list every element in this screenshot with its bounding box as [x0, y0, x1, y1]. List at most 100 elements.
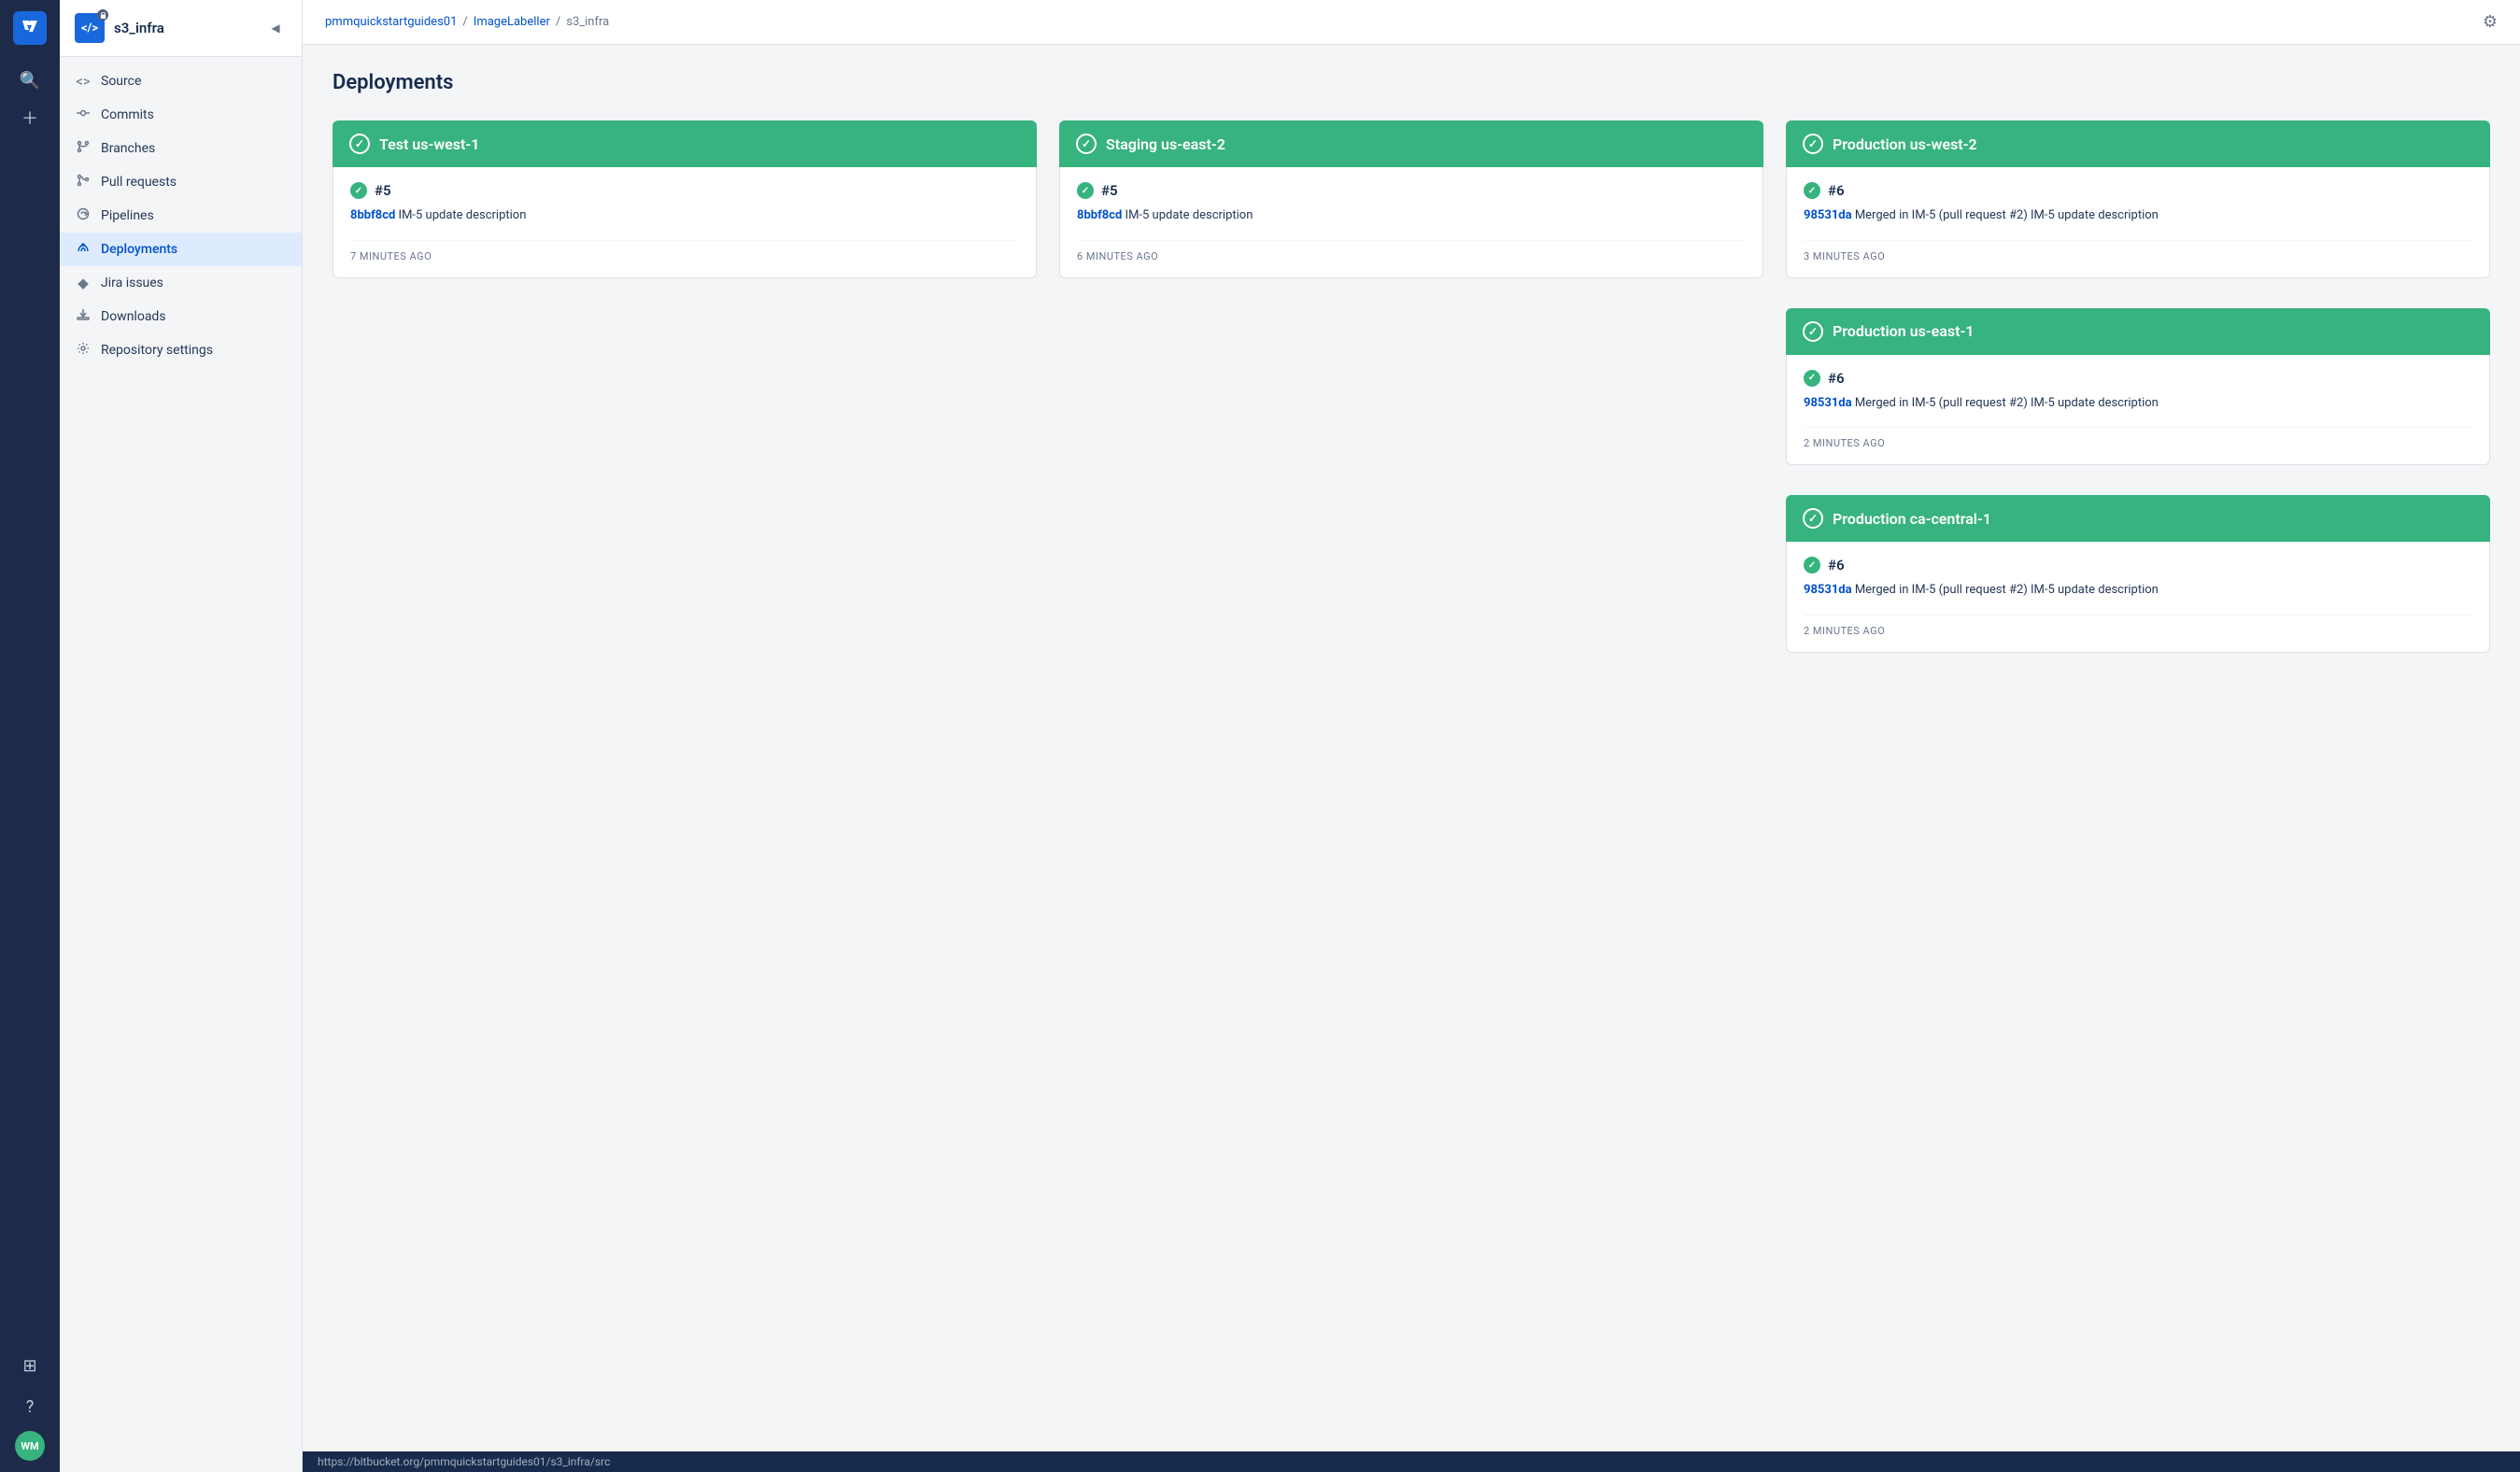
- breadcrumb-repo[interactable]: ImageLabeller: [474, 15, 550, 29]
- help-icon[interactable]: ?: [13, 1390, 47, 1423]
- page-settings-icon[interactable]: ⚙: [2483, 12, 2498, 32]
- env-name-prod-ca: Production ca-central-1: [1833, 510, 1991, 528]
- sidebar: </> s3_infra ◀ <> Source Commits Branche…: [60, 0, 303, 1472]
- sidebar-nav: <> Source Commits Branches Pull requests: [60, 57, 302, 375]
- commit-info-pw2: 98531da Merged in IM-5 (pull request #2)…: [1804, 206, 2472, 225]
- build-number-prod-ca: ✓ #6: [1804, 557, 2472, 573]
- status-bar: https://bitbucket.org/pmmquickstartguide…: [303, 1451, 2520, 1472]
- sidebar-item-downloads[interactable]: Downloads: [60, 300, 302, 333]
- repo-icon: </>: [75, 13, 105, 43]
- status-url: https://bitbucket.org/pmmquickstartguide…: [318, 1455, 610, 1468]
- timestamp-staging: 6 MINUTES AGO: [1077, 240, 1746, 262]
- build-num-staging: #5: [1101, 182, 1118, 199]
- env-header-staging[interactable]: ✓ Staging us-east-2: [1059, 120, 1763, 167]
- deployments-grid: ✓ Test us-west-1 ✓ #5 8bbf8cd IM-5 updat…: [333, 120, 2490, 668]
- env-header-prod-ca[interactable]: ✓ Production ca-central-1: [1786, 495, 2490, 542]
- pullrequests-icon: [75, 174, 92, 191]
- breadcrumb-workspace[interactable]: pmmquickstartguides01: [325, 15, 457, 29]
- repo-lock-badge: [97, 9, 108, 21]
- create-icon[interactable]: ＋: [13, 101, 47, 134]
- commit-hash[interactable]: 8bbf8cd: [350, 208, 395, 222]
- commit-hash-pe1[interactable]: 98531da: [1804, 396, 1852, 410]
- settings-icon: [75, 342, 92, 359]
- main-content: pmmquickstartguides01 / ImageLabeller / …: [303, 0, 2520, 1472]
- deployment-column-test: ✓ Test us-west-1 ✓ #5 8bbf8cd IM-5 updat…: [333, 120, 1037, 293]
- deployment-column-staging: ✓ Staging us-east-2 ✓ #5 8bbf8cd IM-5 up…: [1059, 120, 1763, 293]
- env-name-prod-east1: Production us-east-1: [1833, 322, 1974, 340]
- sidebar-item-pullrequests[interactable]: Pull requests: [60, 165, 302, 199]
- breadcrumb-path: s3_infra: [566, 15, 609, 29]
- sidebar-item-source[interactable]: <> Source: [60, 64, 302, 98]
- deployment-card-test-1: ✓ #5 8bbf8cd IM-5 update description 7 M…: [333, 167, 1037, 278]
- commit-info-staging: 8bbf8cd IM-5 update description: [1077, 206, 1746, 225]
- check-circle-prod-ca: ✓: [1803, 508, 1823, 529]
- source-icon: <>: [75, 73, 92, 90]
- env-header-prod-east1[interactable]: ✓ Production us-east-1: [1786, 308, 2490, 355]
- commit-info: 8bbf8cd IM-5 update description: [350, 206, 1019, 225]
- build-number: ✓ #5: [350, 182, 1019, 199]
- commit-hash-ca[interactable]: 98531da: [1804, 583, 1852, 597]
- pipelines-icon: [75, 207, 92, 224]
- sidebar-item-commits[interactable]: Commits: [60, 98, 302, 132]
- user-avatar[interactable]: WM: [15, 1431, 45, 1461]
- build-num-ca: #6: [1828, 557, 1845, 573]
- build-check-icon-pw2: ✓: [1804, 182, 1820, 199]
- deployment-card-prod-east1: ✓ #6 98531da Merged in IM-5 (pull reques…: [1786, 355, 2490, 466]
- env-name-staging: Staging us-east-2: [1106, 135, 1225, 153]
- production-column: ✓ Production us-west-2 ✓ #6 98531da Merg…: [1786, 120, 2490, 668]
- breadcrumb: pmmquickstartguides01 / ImageLabeller / …: [325, 15, 609, 29]
- deployment-card-prod-ca: ✓ #6 98531da Merged in IM-5 (pull reques…: [1786, 542, 2490, 653]
- sidebar-item-deployments[interactable]: Deployments: [60, 233, 302, 266]
- env-name-prod-west2: Production us-west-2: [1833, 135, 1977, 153]
- commits-icon: [75, 106, 92, 123]
- build-num: #5: [375, 182, 391, 199]
- timestamp-pw2: 3 MINUTES AGO: [1804, 240, 2472, 262]
- sidebar-item-settings[interactable]: Repository settings: [60, 333, 302, 367]
- env-name-test: Test us-west-1: [379, 135, 479, 153]
- deployment-card-prod-west2: ✓ #6 98531da Merged in IM-5 (pull reques…: [1786, 167, 2490, 278]
- sidebar-item-jira[interactable]: ◆ Jira issues: [60, 266, 302, 300]
- sidebar-header: </> s3_infra ◀: [60, 0, 302, 57]
- global-nav: 🔍 ＋ ⊞ ? WM: [0, 0, 60, 1472]
- build-check-icon-ca: ✓: [1804, 557, 1820, 573]
- commit-hash-pw2[interactable]: 98531da: [1804, 208, 1852, 222]
- repo-name: s3_infra: [114, 20, 164, 36]
- apps-icon[interactable]: ⊞: [13, 1349, 47, 1382]
- deployments-icon: [75, 241, 92, 258]
- commit-info-pe1: 98531da Merged in IM-5 (pull request #2)…: [1804, 394, 2472, 413]
- check-circle-test: ✓: [349, 134, 370, 154]
- build-number-prod-east1: ✓ #6: [1804, 370, 2472, 387]
- build-check-icon-pe1: ✓: [1804, 370, 1820, 387]
- sidebar-item-branches[interactable]: Branches: [60, 132, 302, 165]
- check-circle-prod-west2: ✓: [1803, 134, 1823, 154]
- timestamp: 7 MINUTES AGO: [350, 240, 1019, 262]
- timestamp-ca: 2 MINUTES AGO: [1804, 615, 2472, 637]
- sidebar-collapse-button[interactable]: ◀: [264, 17, 287, 39]
- deployment-card-staging-1: ✓ #5 8bbf8cd IM-5 update description 6 M…: [1059, 167, 1763, 278]
- timestamp-pe1: 2 MINUTES AGO: [1804, 427, 2472, 449]
- top-bar: pmmquickstartguides01 / ImageLabeller / …: [303, 0, 2520, 45]
- build-check-icon: ✓: [350, 182, 367, 199]
- downloads-icon: [75, 308, 92, 325]
- build-check-icon-staging: ✓: [1077, 182, 1094, 199]
- build-num-pe1: #6: [1828, 370, 1845, 387]
- commit-hash-staging[interactable]: 8bbf8cd: [1077, 208, 1122, 222]
- sidebar-item-pipelines[interactable]: Pipelines: [60, 199, 302, 233]
- branches-icon: [75, 140, 92, 157]
- search-icon[interactable]: 🔍: [13, 64, 47, 97]
- build-number-staging: ✓ #5: [1077, 182, 1746, 199]
- content-area: Deployments ✓ Test us-west-1 ✓ #5 8bbf8c…: [303, 45, 2520, 1451]
- env-block-prod-ca: ✓ Production ca-central-1 ✓ #6 98531da M…: [1786, 495, 2490, 668]
- jira-icon: ◆: [75, 275, 92, 291]
- env-header-test[interactable]: ✓ Test us-west-1: [333, 120, 1037, 167]
- build-num-pw2: #6: [1828, 182, 1845, 199]
- commit-info-ca: 98531da Merged in IM-5 (pull request #2)…: [1804, 581, 2472, 600]
- build-number-prod-west2: ✓ #6: [1804, 182, 2472, 199]
- env-block-prod-east1: ✓ Production us-east-1 ✓ #6 98531da Merg…: [1786, 308, 2490, 481]
- env-block-prod-west2: ✓ Production us-west-2 ✓ #6 98531da Merg…: [1786, 120, 2490, 293]
- page-title: Deployments: [333, 71, 2490, 94]
- check-circle-staging: ✓: [1076, 134, 1097, 154]
- env-header-prod-west2[interactable]: ✓ Production us-west-2: [1786, 120, 2490, 167]
- global-nav-logo[interactable]: [13, 11, 47, 45]
- check-circle-prod-east1: ✓: [1803, 321, 1823, 342]
